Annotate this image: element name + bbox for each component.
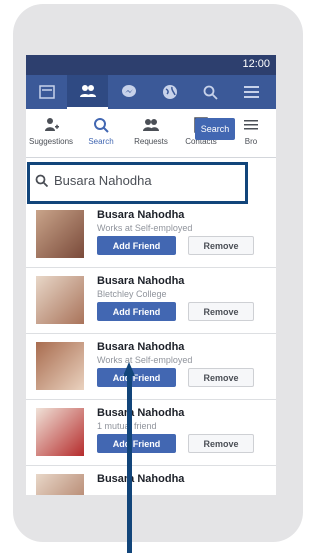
news-feed-icon bbox=[38, 85, 55, 99]
avatar[interactable] bbox=[36, 276, 84, 324]
list-item: Busara Nahodha 1 mutual friend Add Frien… bbox=[26, 400, 276, 466]
avatar[interactable] bbox=[36, 474, 84, 495]
avatar[interactable] bbox=[36, 210, 84, 258]
tab-suggestions-label: Suggestions bbox=[28, 137, 74, 146]
tab-search[interactable]: Search bbox=[76, 109, 126, 157]
friends-icon bbox=[79, 85, 96, 97]
nav-menu[interactable] bbox=[231, 75, 272, 109]
add-friend-button[interactable]: Add Friend bbox=[97, 368, 176, 387]
result-detail: Bletchley College bbox=[97, 289, 167, 299]
list-item: Busara Nahodha Works at Self-employed Ad… bbox=[26, 202, 276, 268]
friends-subtabs: Suggestions Search Requests Contacts Bro bbox=[26, 109, 276, 158]
remove-button[interactable]: Remove bbox=[188, 302, 254, 321]
nav-news-feed[interactable] bbox=[26, 75, 67, 109]
nav-notifications[interactable] bbox=[149, 75, 190, 109]
tab-requests[interactable]: Requests bbox=[126, 109, 176, 157]
remove-button[interactable]: Remove bbox=[188, 434, 254, 453]
tab-search-label: Search bbox=[88, 137, 114, 146]
result-name[interactable]: Busara Nahodha bbox=[97, 473, 184, 485]
globe-icon bbox=[162, 85, 177, 99]
add-friend-button[interactable]: Add Friend bbox=[97, 434, 176, 453]
result-detail: Works at Self-employed bbox=[97, 223, 193, 233]
list-item: Busara Nahodha bbox=[26, 466, 276, 495]
nav-friends[interactable] bbox=[67, 75, 108, 109]
menu-icon bbox=[244, 86, 259, 98]
nav-messenger[interactable] bbox=[108, 75, 149, 109]
list-icon bbox=[244, 120, 258, 130]
search-results: Busara Nahodha Works at Self-employed Ad… bbox=[26, 202, 276, 495]
search-icon bbox=[94, 118, 109, 133]
search-highlight-box bbox=[27, 162, 248, 204]
avatar[interactable] bbox=[36, 342, 84, 390]
tab-suggestions[interactable]: Suggestions bbox=[26, 109, 76, 157]
result-detail: Works at Self-employed bbox=[97, 355, 193, 365]
search-button[interactable]: Search bbox=[195, 118, 235, 140]
avatar[interactable] bbox=[36, 408, 84, 456]
search-icon bbox=[203, 85, 218, 100]
add-friend-button[interactable]: Add Friend bbox=[97, 302, 176, 321]
result-name[interactable]: Busara Nahodha bbox=[97, 209, 184, 221]
nav-search[interactable] bbox=[190, 75, 231, 109]
messenger-icon bbox=[121, 85, 136, 97]
remove-button[interactable]: Remove bbox=[188, 236, 254, 255]
add-person-icon bbox=[45, 118, 59, 131]
top-nav bbox=[26, 75, 276, 109]
status-time: 12:00 bbox=[242, 58, 270, 70]
tab-requests-label: Requests bbox=[134, 137, 168, 146]
people-icon bbox=[143, 119, 159, 131]
result-name[interactable]: Busara Nahodha bbox=[97, 275, 184, 287]
tab-browse-label: Bro bbox=[244, 137, 258, 146]
status-bar: 12:00 bbox=[26, 55, 276, 75]
pointer-arrow bbox=[127, 374, 132, 553]
add-friend-button[interactable]: Add Friend bbox=[97, 236, 176, 255]
list-item: Busara Nahodha Works at Self-employed Ad… bbox=[26, 334, 276, 400]
phone-screen: 12:00 Suggestions Search Requests Contac… bbox=[26, 55, 276, 495]
result-name[interactable]: Busara Nahodha bbox=[97, 407, 184, 419]
list-item: Busara Nahodha Bletchley College Add Fri… bbox=[26, 268, 276, 334]
remove-button[interactable]: Remove bbox=[188, 368, 254, 387]
result-name[interactable]: Busara Nahodha bbox=[97, 341, 184, 353]
